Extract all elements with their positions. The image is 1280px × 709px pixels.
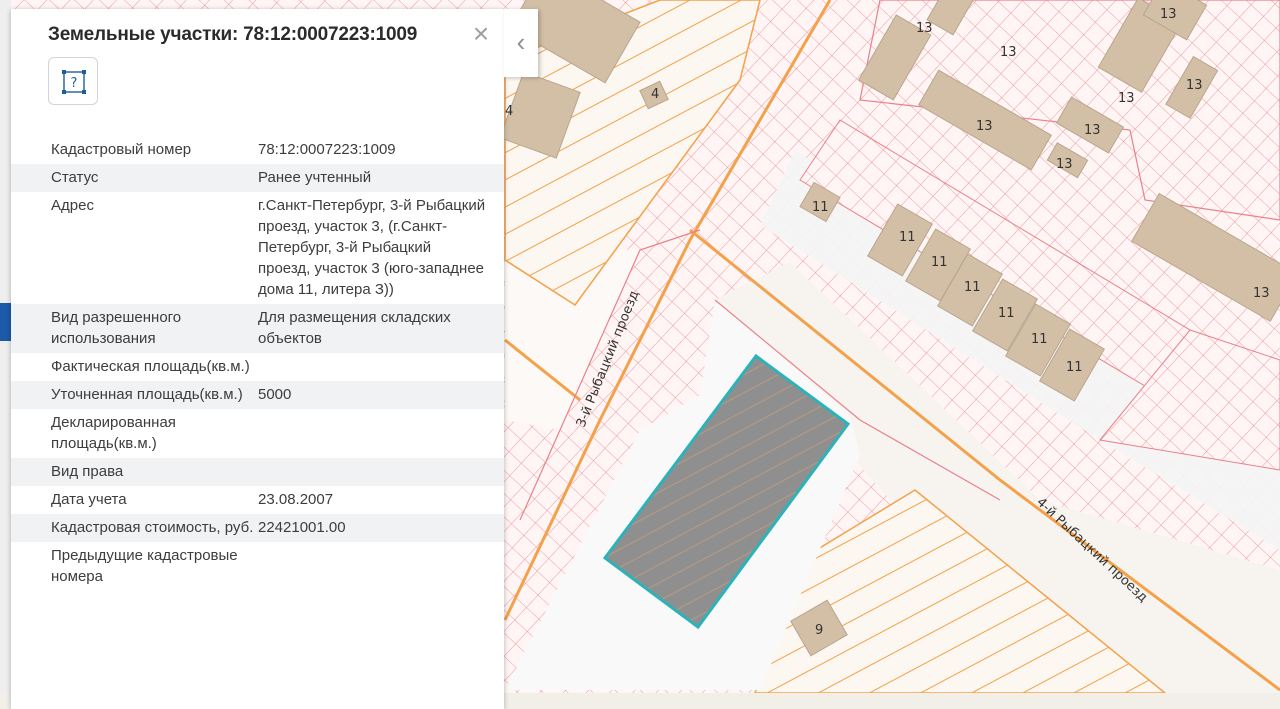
collapse-panel-button[interactable]: ‹: [504, 9, 538, 77]
attribute-row: Предыдущие кадастровые номера: [11, 542, 504, 591]
attribute-value: [258, 409, 504, 458]
attribute-key: Адрес: [51, 197, 94, 214]
attribute-row: Адрес г.Санкт-Петербург, 3-й Рыбацкий про…: [11, 192, 504, 304]
attribute-value: [258, 353, 504, 381]
left-toolbar-button[interactable]: [0, 303, 11, 341]
building-number: 13: [1253, 286, 1270, 301]
info-panel: Земельные участки: 78:12:0007223:1009 × …: [11, 9, 504, 709]
close-button[interactable]: ×: [469, 20, 493, 48]
attribute-row: Вид права: [11, 458, 504, 486]
building-number: 13: [1118, 91, 1135, 106]
attribute-key: Вид права: [11, 458, 258, 486]
panel-title: Земельные участки: 78:12:0007223:1009: [48, 24, 418, 45]
close-icon: ×: [472, 18, 490, 49]
attribute-row: Статус Ранее учтенный: [11, 164, 504, 192]
help-button[interactable]: ?: [48, 57, 98, 105]
building-number: 11: [812, 200, 829, 215]
attribute-key: Кадастровая стоимость, руб.: [11, 514, 258, 542]
building-number: 4: [505, 104, 513, 119]
building-number: 13: [916, 21, 933, 36]
building-number: 13: [1084, 123, 1101, 138]
svg-text:?: ?: [71, 76, 78, 91]
attribute-value: г.Санкт-Петербург, 3-й Рыбацкий проезд, …: [258, 197, 486, 298]
attribute-value: 23.08.2007: [258, 491, 334, 508]
building-number: 11: [1031, 332, 1048, 347]
building-number: 13: [976, 119, 993, 134]
attribute-row: Вид разрешенного использования Для размещ…: [11, 304, 504, 353]
attribute-key: Кадастровый номер: [51, 141, 192, 158]
attribute-key: Декларированная площадь(кв.м.): [51, 414, 176, 452]
building-number: 13: [1160, 7, 1177, 22]
attribute-value: 22421001.00: [258, 514, 504, 542]
attributes-table: Кадастровый номер 78:12:0007223:1009 Стату…: [11, 136, 504, 591]
attribute-key: Статус: [11, 164, 258, 192]
help-icon: ?: [62, 70, 86, 94]
building-number: 4: [651, 87, 659, 102]
attribute-row: Фактическая площадь(кв.м.): [11, 353, 504, 381]
attribute-key: Фактическая площадь(кв.м.): [51, 358, 250, 375]
attribute-key: Предыдущие кадастровые номера: [51, 547, 238, 585]
building-number: 11: [899, 230, 916, 245]
attribute-value: Ранее учтенный: [258, 164, 504, 192]
attribute-key: Уточненная площадь(кв.м.): [11, 381, 258, 409]
building-number: 11: [931, 255, 948, 270]
left-toolbar-strip: [0, 0, 11, 693]
attribute-row: Уточненная площадь(кв.м.) 5000: [11, 381, 504, 409]
attribute-value: [258, 542, 504, 591]
building-number: 11: [964, 280, 981, 295]
building-number: 9: [815, 623, 823, 638]
attribute-value: 78:12:0007223:1009: [258, 141, 396, 158]
attribute-row: Дата учета 23.08.2007: [11, 486, 504, 514]
attribute-key: Вид разрешенного использования: [11, 304, 258, 353]
attribute-value: 5000: [258, 381, 504, 409]
attribute-value: Для размещения складских объектов: [258, 304, 504, 353]
building-number: 13: [1186, 78, 1203, 93]
attribute-key: Дата учета: [51, 491, 127, 508]
attribute-row: Декларированная площадь(кв.м.): [11, 409, 504, 458]
building-number: 13: [1000, 45, 1017, 60]
building-number: 13: [1056, 157, 1073, 172]
building-number: 11: [1066, 360, 1083, 375]
attribute-value: [258, 458, 504, 486]
building-number: 11: [998, 306, 1015, 321]
attribute-row: Кадастровый номер 78:12:0007223:1009: [11, 136, 504, 164]
attribute-row: Кадастровая стоимость, руб. 22421001.00: [11, 514, 504, 542]
chevron-left-icon: ‹: [516, 27, 526, 57]
